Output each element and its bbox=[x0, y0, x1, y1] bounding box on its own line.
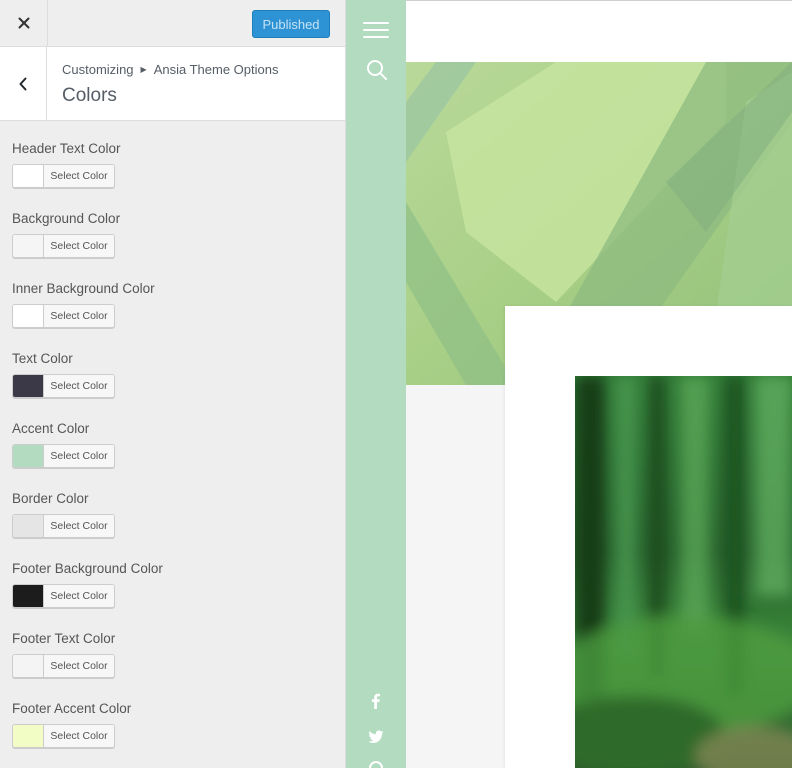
select-color-label: Select Color bbox=[44, 445, 114, 467]
color-swatch bbox=[13, 515, 44, 537]
color-swatch bbox=[13, 375, 44, 397]
breadcrumb-item: Customizing bbox=[62, 62, 134, 77]
color-picker-button[interactable]: Select Color bbox=[12, 234, 115, 258]
color-swatch bbox=[13, 235, 44, 257]
control-label: Border Color bbox=[12, 491, 89, 506]
select-color-label: Select Color bbox=[44, 585, 114, 607]
facebook-icon[interactable] bbox=[369, 693, 383, 709]
control-inner-background-color: Inner Background Color Select Color bbox=[12, 261, 342, 331]
control-label: Text Color bbox=[12, 351, 73, 366]
control-header-text-color: Header Text Color Select Color bbox=[12, 121, 342, 191]
color-swatch bbox=[13, 305, 44, 327]
control-label: Inner Background Color bbox=[12, 281, 155, 296]
control-label: Footer Accent Color bbox=[12, 701, 132, 716]
section-title: Colors bbox=[62, 85, 117, 106]
control-footer-accent-color: Footer Accent Color Select Color bbox=[12, 681, 342, 751]
select-color-label: Select Color bbox=[44, 165, 114, 187]
color-swatch bbox=[13, 445, 44, 467]
control-label: Accent Color bbox=[12, 421, 90, 436]
close-icon bbox=[18, 17, 29, 29]
control-footer-background-color: Footer Background Color Select Color bbox=[12, 541, 342, 611]
close-button[interactable] bbox=[0, 0, 48, 46]
customizer-panel: Published Customizing ▶ Ansia Theme Opti… bbox=[0, 0, 346, 768]
breadcrumb-separator-icon: ▶ bbox=[140, 65, 147, 74]
control-footer-text-color: Footer Text Color Select Color bbox=[12, 611, 342, 681]
menu-icon[interactable] bbox=[363, 21, 389, 39]
control-label: Footer Text Color bbox=[12, 631, 116, 646]
section-header: Customizing ▶ Ansia Theme Options Colors bbox=[0, 47, 345, 121]
color-swatch bbox=[13, 655, 44, 677]
color-swatch bbox=[13, 165, 44, 187]
breadcrumb: Customizing ▶ Ansia Theme Options bbox=[62, 62, 278, 77]
color-picker-button[interactable]: Select Color bbox=[12, 304, 115, 328]
control-label: Background Color bbox=[12, 211, 121, 226]
customizer-header: Published bbox=[0, 0, 345, 47]
twitter-icon[interactable] bbox=[368, 730, 384, 744]
select-color-label: Select Color bbox=[44, 655, 114, 677]
color-picker-button[interactable]: Select Color bbox=[12, 654, 115, 678]
social-icon[interactable] bbox=[368, 760, 384, 768]
control-background-color: Background Color Select Color bbox=[12, 191, 342, 261]
control-accent-color: Accent Color Select Color bbox=[12, 401, 342, 471]
color-picker-button[interactable]: Select Color bbox=[12, 584, 115, 608]
select-color-label: Select Color bbox=[44, 235, 114, 257]
preview-divider bbox=[346, 0, 792, 1]
chevron-left-icon bbox=[19, 77, 27, 90]
color-picker-button[interactable]: Select Color bbox=[12, 164, 115, 188]
color-picker-button[interactable]: Select Color bbox=[12, 444, 115, 468]
post-featured-image bbox=[575, 376, 792, 768]
select-color-label: Select Color bbox=[44, 515, 114, 537]
color-swatch bbox=[13, 725, 44, 747]
control-text-color: Text Color Select Color bbox=[12, 331, 342, 401]
back-button[interactable] bbox=[0, 47, 47, 120]
color-picker-button[interactable]: Select Color bbox=[12, 374, 115, 398]
select-color-label: Select Color bbox=[44, 725, 114, 747]
theme-sidebar bbox=[346, 0, 406, 768]
breadcrumb-item: Ansia Theme Options bbox=[153, 62, 279, 77]
search-icon[interactable] bbox=[366, 59, 388, 81]
publish-button[interactable]: Published bbox=[252, 10, 330, 38]
color-picker-button[interactable]: Select Color bbox=[12, 724, 115, 748]
select-color-label: Select Color bbox=[44, 305, 114, 327]
select-color-label: Select Color bbox=[44, 375, 114, 397]
color-picker-button[interactable]: Select Color bbox=[12, 514, 115, 538]
control-border-color: Border Color Select Color bbox=[12, 471, 342, 541]
control-label: Footer Background Color bbox=[12, 561, 163, 576]
site-preview bbox=[346, 0, 792, 768]
background-area bbox=[406, 385, 505, 768]
control-label: Header Text Color bbox=[12, 141, 121, 156]
color-swatch bbox=[13, 585, 44, 607]
